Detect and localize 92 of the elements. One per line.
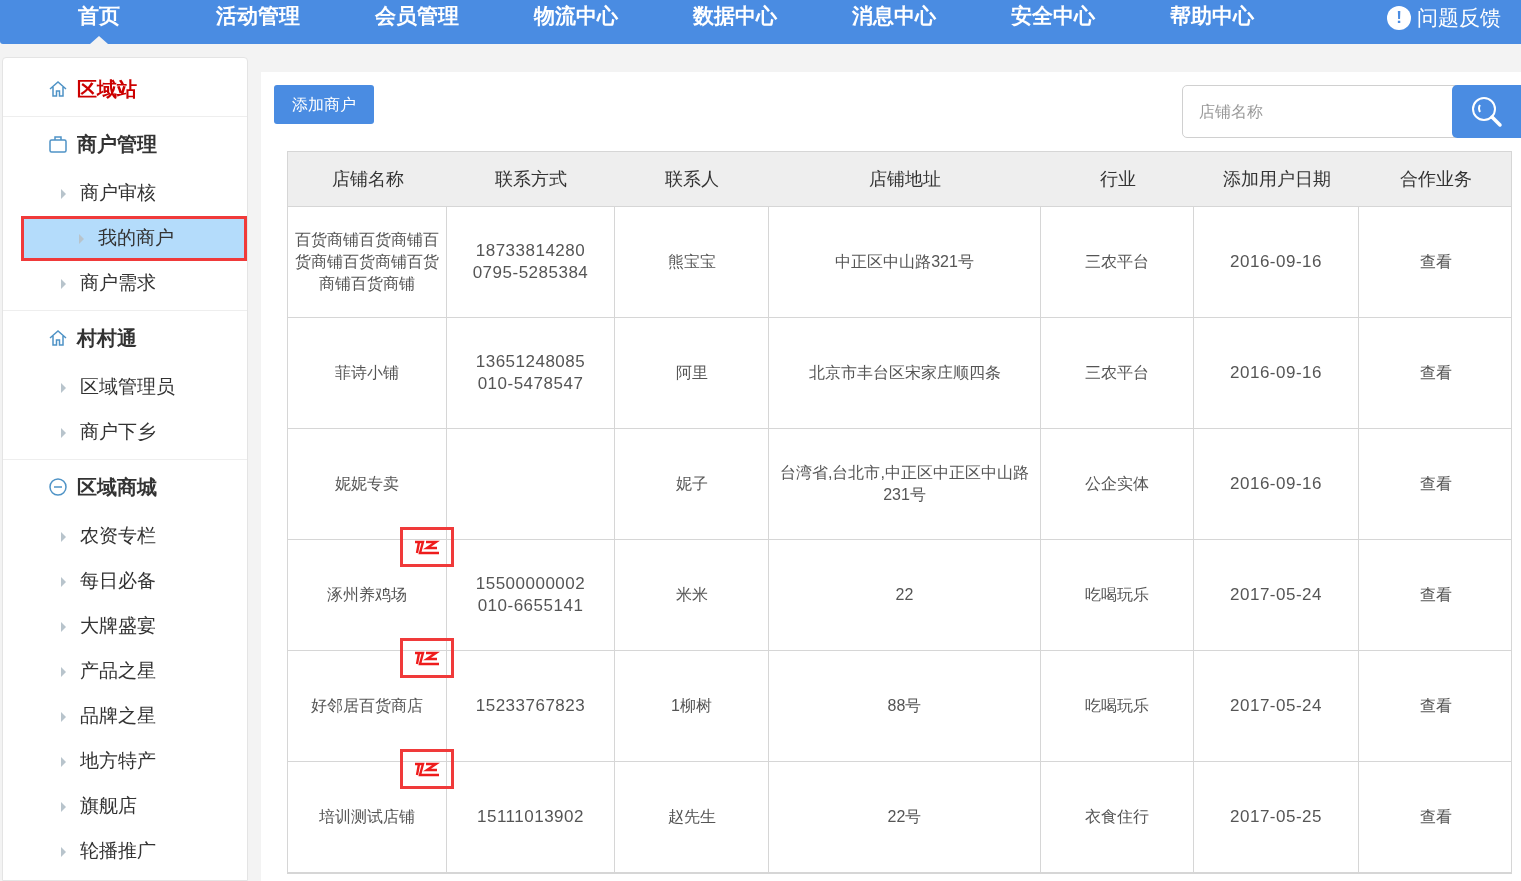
phone-number: 010-6655141 xyxy=(477,595,584,617)
search-button[interactable] xyxy=(1452,85,1521,138)
caret-right-icon xyxy=(61,576,66,587)
circle-minus-icon xyxy=(48,477,68,497)
view-link[interactable]: 查看 xyxy=(1420,362,1452,384)
column-header: 行业 xyxy=(1098,167,1137,191)
table-cell-text: 公企实体 xyxy=(1085,474,1149,494)
table-cell-text: 好邻居百货商店 xyxy=(311,696,423,716)
sidebar-item[interactable]: 区域管理员 xyxy=(3,365,247,410)
fly-logo-icon xyxy=(413,650,441,666)
search-field[interactable]: 店铺名称 xyxy=(1182,85,1456,138)
table-cell-text: 培训测试店铺 xyxy=(319,807,415,827)
table-cell: 2016-09-16 xyxy=(1230,362,1322,384)
view-link[interactable]: 查看 xyxy=(1420,473,1452,495)
sidebar-item[interactable]: 我的商户 xyxy=(21,216,247,261)
table-cell-text: 88号 xyxy=(887,696,922,716)
table-cell-text: 22号 xyxy=(887,807,922,827)
table-cell-text: 北京市丰台区宋家庄顺四条 xyxy=(808,363,1001,383)
table-cell-text: 三农平台 xyxy=(1085,363,1149,383)
column-header: 店铺名称 xyxy=(330,167,405,191)
table-cell-text: 台湾省,台北市,中正区中正区中山路231号 xyxy=(779,463,1030,505)
sidebar-item[interactable]: 每日必备 xyxy=(3,559,247,604)
home-icon xyxy=(48,79,68,99)
phone-number: 15500000002 xyxy=(475,573,586,595)
table-cell: 2017-05-24 xyxy=(1230,584,1322,606)
table-cell-text: 吃喝玩乐 xyxy=(1085,696,1149,716)
phone-number: 010-5478547 xyxy=(477,373,584,395)
table-cell: 2016-09-16 xyxy=(1230,473,1322,495)
sidebar-section-title[interactable]: 区域商城 xyxy=(77,472,157,502)
column-header: 联系人 xyxy=(664,167,720,191)
exclamation-icon: ! xyxy=(1387,5,1411,30)
caret-right-icon xyxy=(61,427,66,438)
table-cell-text: 阿里 xyxy=(675,363,708,383)
table-cell-text: 米米 xyxy=(675,585,708,605)
table-cell: 2017-05-24 xyxy=(1230,695,1322,717)
caret-right-icon xyxy=(61,188,66,199)
sidebar-section-title[interactable]: 商户管理 xyxy=(77,129,157,159)
phone-number: 15111013902 xyxy=(477,806,584,828)
sidebar-item[interactable]: 农资专栏 xyxy=(3,514,247,559)
table-cell-text: 赵先生 xyxy=(667,807,716,827)
bag-icon xyxy=(48,134,68,154)
column-header: 店铺地址 xyxy=(868,167,942,191)
caret-right-icon xyxy=(61,846,66,857)
caret-right-icon xyxy=(79,233,84,244)
sidebar-section-title[interactable]: 村村通 xyxy=(77,323,137,353)
table-cell: 2017-05-25 xyxy=(1230,806,1322,828)
fly-logo-icon xyxy=(413,539,441,555)
sidebar-item[interactable]: 大牌盛宴 xyxy=(3,604,247,649)
sidebar-item[interactable]: 品牌之星 xyxy=(3,694,247,739)
view-link[interactable]: 查看 xyxy=(1420,251,1452,273)
table-cell: 2016-09-16 xyxy=(1230,251,1322,273)
table-cell-text: 三农平台 xyxy=(1085,252,1149,272)
view-link[interactable]: 查看 xyxy=(1420,695,1452,717)
sidebar-item[interactable]: 产品之星 xyxy=(3,649,247,694)
column-header: 合作业务 xyxy=(1399,167,1473,191)
column-header: 添加用户日期 xyxy=(1221,167,1332,191)
caret-right-icon xyxy=(61,278,66,289)
table-cell-text: 妮子 xyxy=(675,474,708,494)
view-link[interactable]: 查看 xyxy=(1420,584,1452,606)
view-link[interactable]: 查看 xyxy=(1420,806,1452,828)
sidebar-section-title[interactable]: 区域站 xyxy=(77,74,137,104)
caret-right-icon xyxy=(61,382,66,393)
table-cell-text: 熊宝宝 xyxy=(667,252,716,272)
caret-right-icon xyxy=(61,666,66,677)
fly-logo-icon xyxy=(413,761,441,777)
phone-number: 13651248085 xyxy=(475,351,586,373)
caret-right-icon xyxy=(61,621,66,632)
sidebar-item[interactable]: 商户审核 xyxy=(3,171,247,216)
table-cell-text: 涿州养鸡场 xyxy=(327,585,407,605)
column-header: 联系方式 xyxy=(494,167,568,191)
table-cell-text: 1柳树 xyxy=(671,696,712,716)
caret-right-icon xyxy=(61,711,66,722)
caret-right-icon xyxy=(61,756,66,767)
phone-number: 15233767823 xyxy=(475,695,586,717)
phone-number: 0795-5285384 xyxy=(472,262,589,284)
home-icon xyxy=(48,328,68,348)
table-cell-text: 吃喝玩乐 xyxy=(1085,585,1149,605)
sidebar-item[interactable]: 旗舰店 xyxy=(3,784,247,829)
table-cell-text: 菲诗小铺 xyxy=(335,363,399,383)
sidebar-item[interactable]: 商户下乡 xyxy=(3,410,247,455)
caret-right-icon xyxy=(61,531,66,542)
sidebar-item[interactable]: 轮播推广 xyxy=(3,829,247,874)
table-cell-text: 22 xyxy=(895,585,914,605)
caret-right-icon xyxy=(61,801,66,812)
search-icon xyxy=(1469,94,1504,129)
phone-number: 18733814280 xyxy=(475,240,586,262)
sidebar-item[interactable]: 商户需求 xyxy=(3,261,247,306)
table-cell-text: 中正区中山路321号 xyxy=(835,252,974,272)
table-cell-text: 衣食住行 xyxy=(1085,807,1149,827)
sidebar-item[interactable]: 地方特产 xyxy=(3,739,247,784)
table-cell-text: 百货商铺百货商铺百货商铺百货商铺百货商铺百货商铺 xyxy=(294,230,440,294)
table-cell-text: 妮妮专卖 xyxy=(335,474,399,494)
